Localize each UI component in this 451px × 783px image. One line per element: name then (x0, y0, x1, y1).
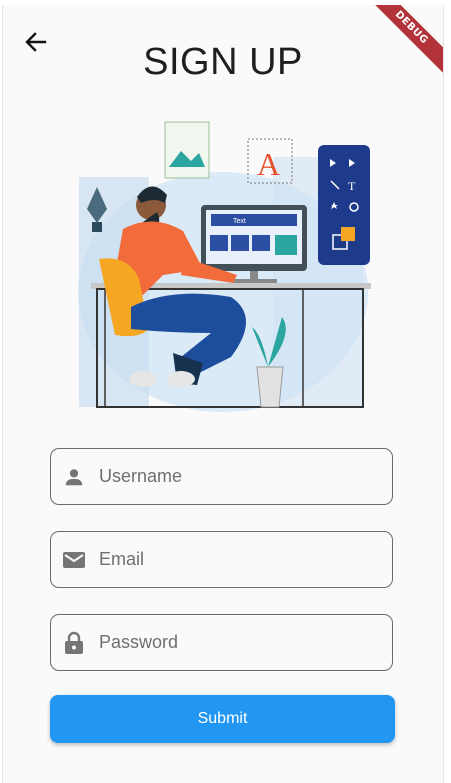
password-field[interactable] (50, 614, 393, 671)
app-screen: SIGN UP DEBUG A T Text Username Email Su… (2, 5, 444, 783)
submit-button[interactable]: Submit (50, 695, 395, 743)
svg-text:T: T (348, 179, 356, 193)
username-input[interactable] (97, 465, 381, 488)
canvas-letter: A (257, 146, 280, 182)
email-input[interactable] (97, 548, 381, 571)
username-field[interactable] (50, 448, 393, 505)
signup-illustration: A T Text (78, 121, 371, 412)
password-input[interactable] (97, 631, 381, 654)
person-icon (61, 464, 87, 490)
page-title: SIGN UP (143, 41, 303, 83)
email-field[interactable] (50, 531, 393, 588)
lock-icon (61, 630, 87, 656)
screen-text: Text (233, 218, 246, 225)
mail-icon (61, 547, 87, 573)
